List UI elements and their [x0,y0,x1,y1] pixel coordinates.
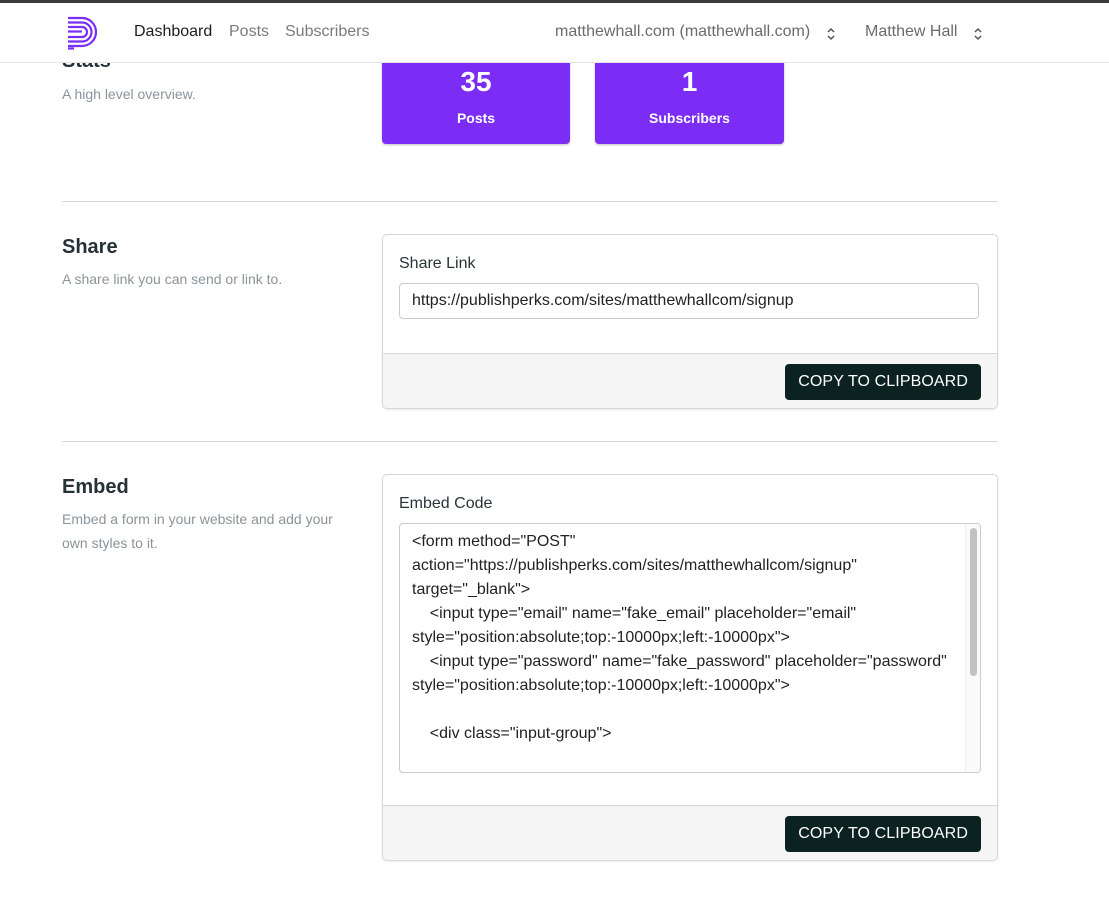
embed-code-text[interactable]: <form method="POST" action="https://publ… [400,524,966,772]
top-navbar: Dashboard Posts Subscribers matthewhall.… [0,3,1109,63]
site-select[interactable]: matthewhall.com (matthewhall.com) [555,23,836,41]
share-card: Share Link COPY TO CLIPBOARD [382,234,998,409]
stat-posts-value: 35 [460,66,492,97]
embed-scrollbar[interactable] [965,524,980,772]
embed-code-textarea[interactable]: <form method="POST" action="https://publ… [399,523,981,773]
copy-embed-code-button[interactable]: COPY TO CLIPBOARD [785,816,981,852]
share-description: A share link you can send or link to. [62,271,283,287]
stat-subscribers-value: 1 [681,66,698,97]
nav-subscribers[interactable]: Subscribers [285,23,369,41]
embed-card: Embed Code <form method="POST" action="h… [382,474,998,861]
nav-dashboard[interactable]: Dashboard [134,23,212,41]
embed-description: Embed a form in your website and add you… [62,511,333,551]
nav-posts[interactable]: Posts [229,23,269,41]
chevron-updown-icon [827,27,835,41]
site-select-value: matthewhall.com (matthewhall.com) [555,23,811,40]
stats-description: A high level overview. [62,86,196,102]
stat-subscribers-label: Subscribers [649,110,730,126]
embed-card-footer: COPY TO CLIPBOARD [383,805,997,860]
share-link-input[interactable] [399,283,979,319]
chevron-updown-icon [974,27,983,41]
copy-share-link-button[interactable]: COPY TO CLIPBOARD [785,364,981,400]
share-card-footer: COPY TO CLIPBOARD [383,353,997,408]
divider [62,201,998,202]
user-select-value: Matthew Hall [865,23,958,40]
share-title: Share [62,236,118,258]
stat-posts-label: Posts [456,110,496,126]
embed-title: Embed [62,476,129,498]
user-select[interactable]: Matthew Hall [865,23,983,41]
publishperks-logo-icon[interactable] [66,16,98,50]
embed-scrollbar-thumb[interactable] [970,528,977,676]
divider [62,441,998,442]
embed-code-label: Embed Code [399,495,493,512]
share-link-label: Share Link [399,255,476,272]
